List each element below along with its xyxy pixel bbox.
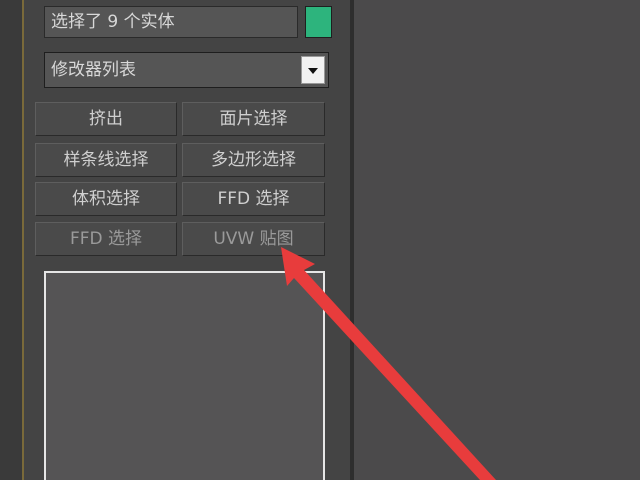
modifier-stack-list[interactable] <box>44 271 325 480</box>
spline-select-button[interactable]: 样条线选择 <box>35 143 177 177</box>
poly-select-button[interactable]: 多边形选择 <box>182 143 325 177</box>
object-name-field[interactable]: 选择了 9 个实体 <box>44 6 298 38</box>
patch-select-button[interactable]: 面片选择 <box>182 102 325 136</box>
object-color-swatch[interactable] <box>305 6 332 38</box>
chevron-down-icon[interactable] <box>301 56 325 84</box>
ffd-select-button-2[interactable]: FFD 选择 <box>35 222 177 256</box>
left-toolbar-strip <box>0 0 22 480</box>
viewport[interactable] <box>354 0 640 480</box>
modifier-list-label: 修改器列表 <box>51 60 136 80</box>
extrude-button[interactable]: 挤出 <box>35 102 177 136</box>
volume-select-button[interactable]: 体积选择 <box>35 182 177 216</box>
max-modify-panel-screen: 选择了 9 个实体 修改器列表 挤出 面片选择 样条线选择 多边形选择 体积选择… <box>0 0 640 480</box>
ffd-select-button[interactable]: FFD 选择 <box>182 182 325 216</box>
uvw-map-button[interactable]: UVW 贴图 <box>182 222 325 256</box>
modifier-list-dropdown[interactable]: 修改器列表 <box>44 52 329 88</box>
